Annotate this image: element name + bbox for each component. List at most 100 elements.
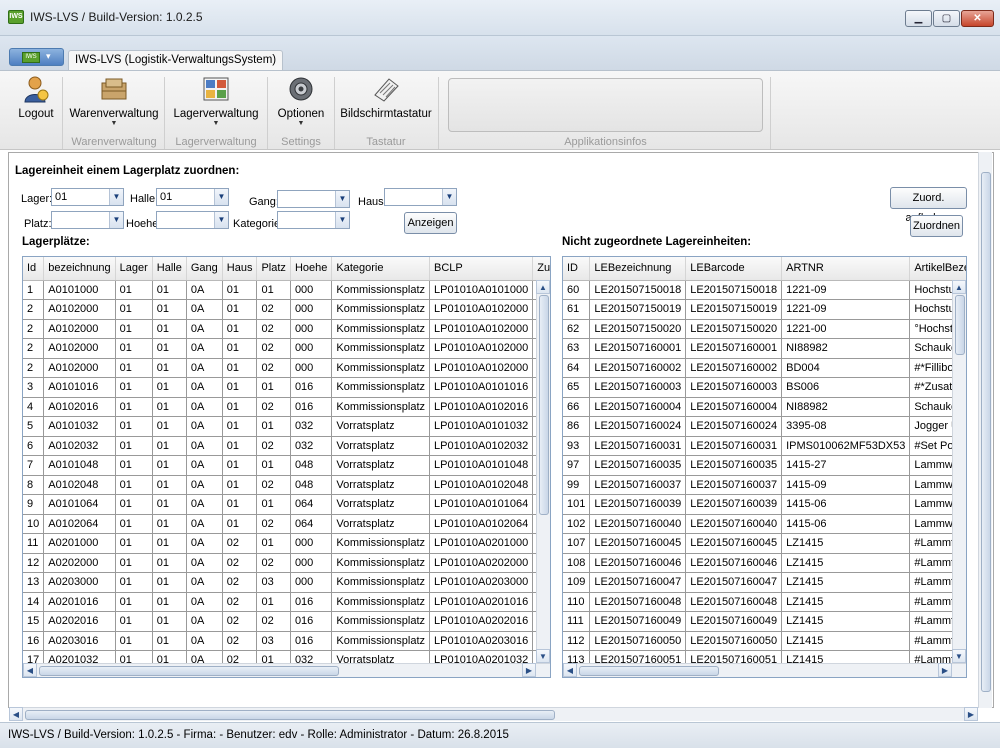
table-row[interactable]: 108 LE201507160046 LE201507160046 LZ1415 #La… bbox=[563, 553, 966, 573]
bildschirmtastatur-button[interactable]: Bildschirmtastatur bbox=[340, 75, 432, 120]
lagerplaetze-horizontal-scrollbar[interactable]: ◀ ▶ bbox=[23, 663, 550, 677]
table-row[interactable]: 61 LE201507150019 LE201507150019 1221-09 Hoc… bbox=[563, 299, 966, 320]
lagerplaetze-vertical-scrollbar[interactable]: ▲ ▼ bbox=[536, 280, 550, 663]
scroll-up-arrow-icon[interactable]: ▲ bbox=[536, 280, 550, 294]
table-row[interactable]: 99 LE201507160037 LE201507160037 1415-09 Lam… bbox=[563, 475, 966, 495]
close-button[interactable]: ✕ bbox=[961, 10, 994, 27]
scroll-left-arrow-icon[interactable]: ◀ bbox=[563, 663, 577, 677]
table-row[interactable]: 11 A0201000 01 01 0A 02 01 000 Kommissionsplatz L… bbox=[23, 533, 550, 554]
table-row[interactable]: 102 LE201507160040 LE201507160040 1415-06 La… bbox=[563, 514, 966, 534]
lagerplaetze-column-header[interactable]: Gang bbox=[186, 257, 223, 281]
table-row[interactable]: 86 LE201507160024 LE201507160024 3395-08 Jog… bbox=[563, 416, 966, 437]
platz-select[interactable]: ▼ bbox=[51, 211, 124, 229]
minimize-button[interactable]: ▁ bbox=[905, 10, 932, 27]
scroll-thumb[interactable] bbox=[539, 295, 549, 515]
zuordnen-button[interactable]: Zuordnen bbox=[910, 215, 963, 237]
lagereinheiten-column-header[interactable]: ARTNR bbox=[781, 257, 911, 281]
table-row[interactable]: 62 LE201507150020 LE201507150020 1221-00 °Ho… bbox=[563, 319, 966, 339]
table-row[interactable]: 97 LE201507160035 LE201507160035 1415-27 Lam… bbox=[563, 455, 966, 476]
application-menu-button[interactable]: IWS ▾ bbox=[9, 48, 64, 66]
table-row[interactable]: 9 A0101064 01 01 0A 01 01 064 Vorratsplatz LP0101… bbox=[23, 494, 550, 515]
table-row[interactable]: 1 A0101000 01 01 0A 01 01 000 Kommissionsplatz LP… bbox=[23, 280, 550, 300]
main-horizontal-scrollbar[interactable]: ◀ ▶ bbox=[9, 707, 978, 721]
table-row[interactable]: 10 A0102064 01 01 0A 01 02 064 Vorratsplatz LP010… bbox=[23, 514, 550, 534]
warenverwaltung-button[interactable]: Warenverwaltung ▼ bbox=[68, 75, 160, 127]
maximize-button[interactable]: ▢ bbox=[933, 10, 960, 27]
lagereinheiten-vertical-scrollbar[interactable]: ▲ ▼ bbox=[952, 280, 966, 663]
table-cell: 1415-06 bbox=[781, 514, 911, 534]
lagereinheiten-column-header[interactable]: LEBarcode bbox=[685, 257, 783, 281]
table-row[interactable]: 2 A0102000 01 01 0A 01 02 000 Kommissionsplatz LP… bbox=[23, 299, 550, 320]
lagereinheiten-column-header[interactable]: ID bbox=[563, 257, 591, 281]
scroll-thumb[interactable] bbox=[25, 710, 555, 720]
scroll-up-arrow-icon[interactable]: ▲ bbox=[952, 280, 966, 294]
table-row[interactable]: 7 A0101048 01 01 0A 01 01 048 Vorratsplatz LP0101… bbox=[23, 455, 550, 476]
table-row[interactable]: 16 A0203016 01 01 0A 02 03 016 Kommissionsplatz L… bbox=[23, 631, 550, 651]
table-row[interactable]: 112 LE201507160050 LE201507160050 LZ1415 #La… bbox=[563, 631, 966, 651]
haus-select[interactable]: ▼ bbox=[384, 188, 457, 206]
gang-select[interactable]: ▼ bbox=[277, 190, 350, 208]
lagerplaetze-column-header[interactable]: Id bbox=[23, 257, 45, 281]
lagerplaetze-column-header[interactable]: Hoehe bbox=[290, 257, 333, 281]
scroll-right-arrow-icon[interactable]: ▶ bbox=[938, 663, 952, 677]
scroll-left-arrow-icon[interactable]: ◀ bbox=[9, 707, 23, 721]
table-row[interactable]: 63 LE201507160001 LE201507160001 NI88982 Sch… bbox=[563, 338, 966, 359]
table-row[interactable]: 12 A0202000 01 01 0A 02 02 000 Kommissionsplatz L… bbox=[23, 553, 550, 573]
table-row[interactable]: 2 A0102000 01 01 0A 01 02 000 Kommissionsplatz LP… bbox=[23, 338, 550, 359]
table-row[interactable]: 14 A0201016 01 01 0A 02 01 016 Kommissionsplatz L… bbox=[23, 592, 550, 612]
table-row[interactable]: 66 LE201507160004 LE201507160004 NI88982 Sch… bbox=[563, 397, 966, 417]
table-row[interactable]: 5 A0101032 01 01 0A 01 01 032 Vorratsplatz LP0101… bbox=[23, 416, 550, 437]
lagerverwaltung-button[interactable]: Lagerverwaltung ▼ bbox=[170, 75, 262, 127]
scroll-left-arrow-icon[interactable]: ◀ bbox=[23, 663, 37, 677]
table-row[interactable]: 65 LE201507160003 LE201507160003 BS006 #*Zus… bbox=[563, 377, 966, 398]
table-row[interactable]: 109 LE201507160047 LE201507160047 LZ1415 #La… bbox=[563, 572, 966, 593]
main-vertical-scrollbar[interactable] bbox=[978, 152, 992, 708]
lagereinheiten-horizontal-scrollbar[interactable]: ◀ ▶ bbox=[563, 663, 966, 677]
table-cell: 01 bbox=[115, 631, 153, 651]
lagereinheiten-column-header[interactable]: ArtikelBezeichnung bbox=[909, 257, 966, 281]
anzeigen-button[interactable]: Anzeigen bbox=[404, 212, 457, 234]
table-row[interactable]: 110 LE201507160048 LE201507160048 LZ1415 #La… bbox=[563, 592, 966, 612]
scroll-thumb[interactable] bbox=[579, 666, 719, 676]
table-row[interactable]: 2 A0102000 01 01 0A 01 02 000 Kommissionsplatz LP… bbox=[23, 358, 550, 378]
table-row[interactable]: 107 LE201507160045 LE201507160045 LZ1415 #La… bbox=[563, 533, 966, 554]
table-row[interactable]: 60 LE201507150018 LE201507150018 1221-09 Hoc… bbox=[563, 280, 966, 300]
lagerplaetze-column-header[interactable]: Zug bbox=[532, 257, 550, 281]
table-row[interactable]: 8 A0102048 01 01 0A 01 02 048 Vorratsplatz LP0101… bbox=[23, 475, 550, 495]
table-cell: Vorratsplatz bbox=[331, 514, 430, 534]
scroll-thumb[interactable] bbox=[955, 295, 965, 355]
table-row[interactable]: 93 LE201507160031 LE201507160031 IPMS010062… bbox=[563, 436, 966, 456]
lagerplaetze-column-header[interactable]: Halle bbox=[152, 257, 187, 281]
lagerplaetze-column-header[interactable]: Haus bbox=[222, 257, 258, 281]
zuord-aufheben-button[interactable]: Zuord. aufheben bbox=[890, 187, 967, 224]
table-row[interactable]: 3 A0101016 01 01 0A 01 01 016 Kommissionsplatz LP… bbox=[23, 377, 550, 398]
hoehe-select[interactable]: ▼ bbox=[156, 211, 229, 229]
optionen-button[interactable]: Optionen ▼ bbox=[272, 75, 330, 127]
lagerplaetze-column-header[interactable]: Kategorie bbox=[331, 257, 430, 281]
table-cell: 60 bbox=[563, 280, 591, 300]
kategorie-select[interactable]: ▼ bbox=[277, 211, 350, 229]
scroll-thumb[interactable] bbox=[39, 666, 339, 676]
lagerplaetze-column-header[interactable]: Lager bbox=[115, 257, 153, 281]
table-row[interactable]: 2 A0102000 01 01 0A 01 02 000 Kommissionsplatz LP… bbox=[23, 319, 550, 339]
scroll-right-arrow-icon[interactable]: ▶ bbox=[522, 663, 536, 677]
table-row[interactable]: 15 A0202016 01 01 0A 02 02 016 Kommissionsplatz L… bbox=[23, 611, 550, 632]
halle-select[interactable]: 01 ▼ bbox=[156, 188, 229, 206]
lagerplaetze-column-header[interactable]: BCLP bbox=[429, 257, 534, 281]
lager-select[interactable]: 01 ▼ bbox=[51, 188, 124, 206]
lagerplaetze-column-header[interactable]: Platz bbox=[256, 257, 291, 281]
table-row[interactable]: 101 LE201507160039 LE201507160039 1415-06 La… bbox=[563, 494, 966, 515]
scroll-right-arrow-icon[interactable]: ▶ bbox=[964, 707, 978, 721]
scroll-down-arrow-icon[interactable]: ▼ bbox=[952, 649, 966, 663]
table-row[interactable]: 4 A0102016 01 01 0A 01 02 016 Kommissionsplatz LP… bbox=[23, 397, 550, 417]
table-row[interactable]: 6 A0102032 01 01 0A 01 02 032 Vorratsplatz LP0101… bbox=[23, 436, 550, 456]
table-row[interactable]: 111 LE201507160049 LE201507160049 LZ1415 #La… bbox=[563, 611, 966, 632]
lagereinheiten-column-header[interactable]: LEBezeichnung bbox=[589, 257, 687, 281]
lagerplaetze-column-header[interactable]: bezeichnung bbox=[43, 257, 116, 281]
table-row[interactable]: 13 A0203000 01 01 0A 02 03 000 Kommissionsplatz L… bbox=[23, 572, 550, 593]
scroll-down-arrow-icon[interactable]: ▼ bbox=[536, 649, 550, 663]
ribbon-tab-iws-lvs[interactable]: IWS-LVS (Logistik-VerwaltungsSystem) bbox=[68, 50, 284, 71]
scroll-thumb[interactable] bbox=[981, 172, 991, 692]
table-row[interactable]: 64 LE201507160002 LE201507160002 BD004 #*Fil… bbox=[563, 358, 966, 378]
logout-button[interactable]: Logout bbox=[14, 75, 58, 120]
